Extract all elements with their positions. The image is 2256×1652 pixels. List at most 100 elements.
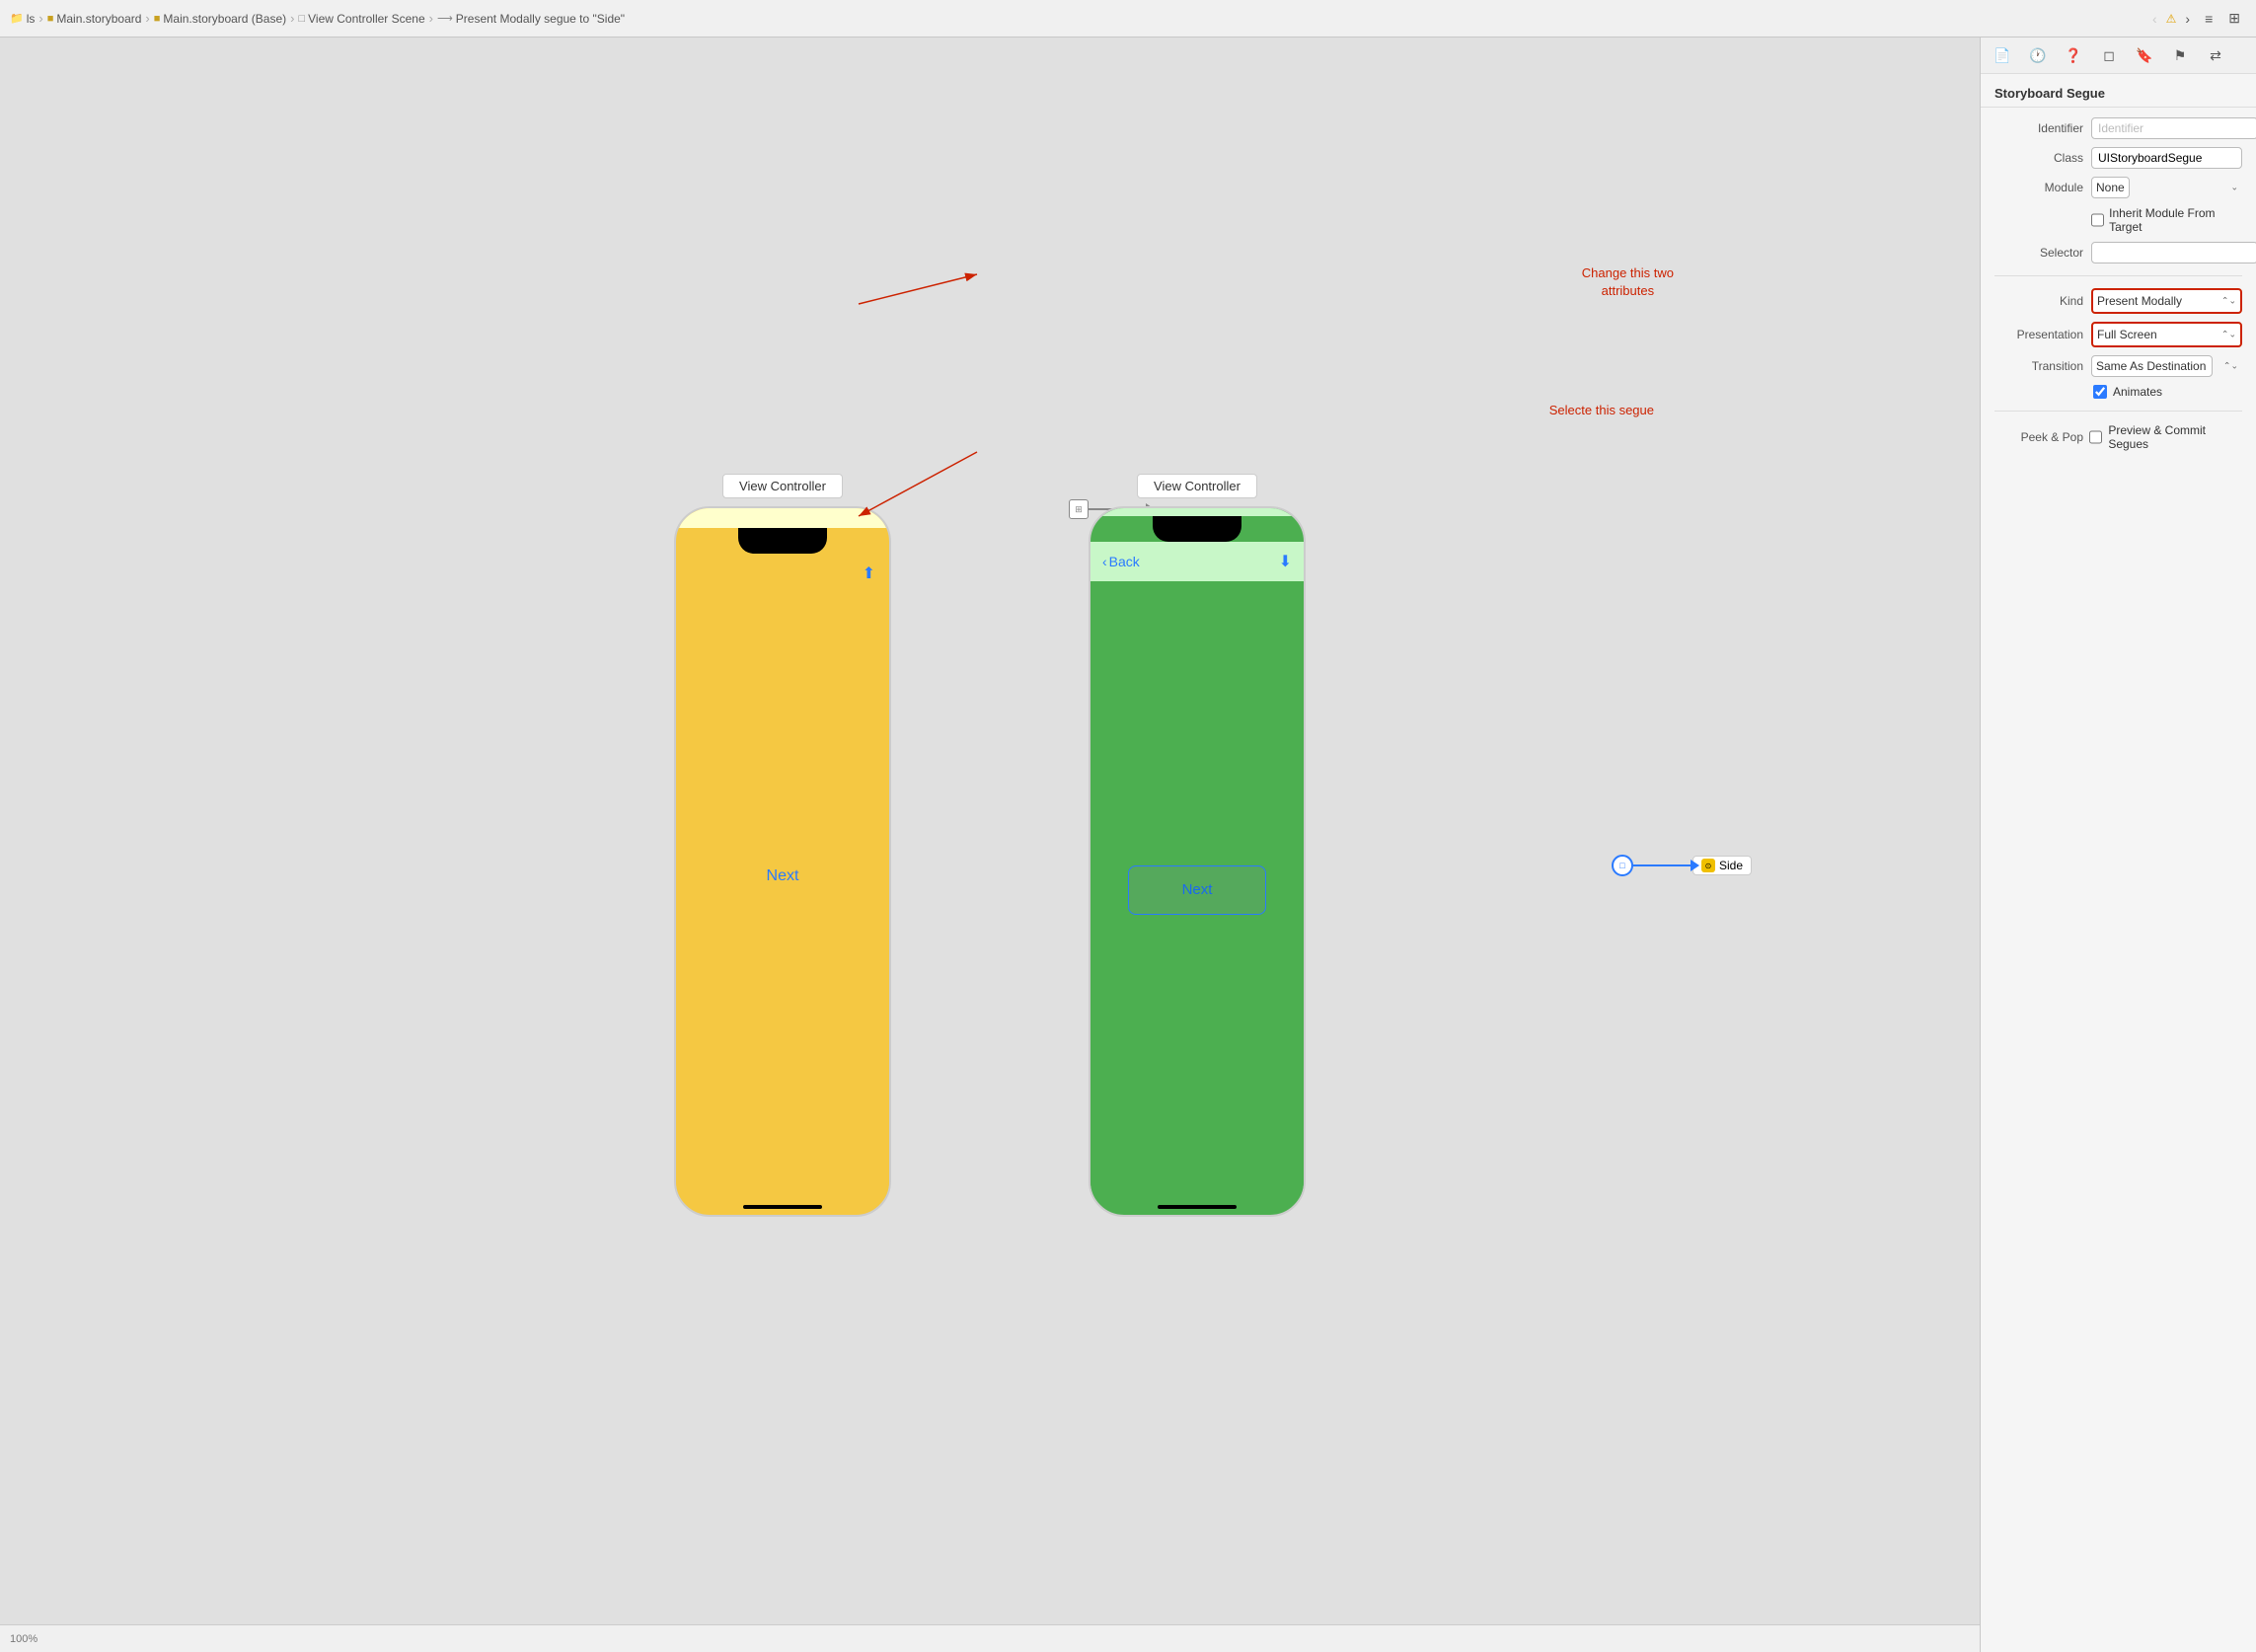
back-button[interactable]: ‹ Back xyxy=(1102,554,1140,569)
list-view-button[interactable]: ≡ xyxy=(2199,9,2218,29)
inspector-panel: 📄 🕐 ❓ ◻ 🔖 ⚑ ⇄ Storyboard Segue Identifie… xyxy=(1980,38,2256,1652)
inspector-icon-btn[interactable]: ◻ xyxy=(2097,43,2121,67)
kind-label: Kind xyxy=(1994,294,2083,308)
breadcrumb-sep-3: › xyxy=(429,11,433,26)
breadcrumb: 📁 ls › ■ Main.storyboard › ■ Main.storyb… xyxy=(10,11,625,26)
animates-checkbox[interactable] xyxy=(2093,385,2107,399)
peek-pop-checkbox[interactable] xyxy=(2089,430,2102,444)
inherit-module-row: Inherit Module From Target xyxy=(1994,206,2242,234)
breadcrumb-ls-label: ls xyxy=(27,12,36,26)
breadcrumb-sep-2: › xyxy=(290,11,294,26)
kind-select[interactable]: Present Modally Show Show Detail Present… xyxy=(2093,290,2240,312)
animates-label: Animates xyxy=(2113,385,2162,399)
breadcrumb-mainstoryboard-base[interactable]: ■ Main.storyboard (Base) xyxy=(154,12,286,26)
scene-1: View Controller ⬆ Next ⊞ xyxy=(674,474,891,1217)
divider-1 xyxy=(1994,275,2242,276)
yellow-next-label: Next xyxy=(767,867,799,885)
segue-circle-blue[interactable]: □ xyxy=(1612,855,1633,876)
back-label: Back xyxy=(1109,554,1140,569)
presentation-select[interactable]: Full Screen Automatic Page Sheet Form Sh… xyxy=(2093,324,2240,345)
segue-source-box: ⊞ xyxy=(1069,499,1089,519)
transition-row: Transition Same As Destination Cover Ver… xyxy=(1994,355,2242,377)
scene1-label: View Controller xyxy=(722,474,843,498)
canvas-bottom-bar: 100% xyxy=(0,1624,1980,1652)
arrows-icon-btn[interactable]: ⇄ xyxy=(2204,43,2227,67)
identifier-row: Identifier xyxy=(1994,117,2242,139)
kind-row: Kind Present Modally Show Show Detail Pr… xyxy=(1994,288,2242,314)
preview-commit-label: Preview & Commit Segues xyxy=(2108,423,2242,451)
main-area: View Controller ⬆ Next ⊞ xyxy=(0,38,2256,1652)
annotation-change-text: Change this two attributes xyxy=(1582,265,1674,298)
breadcrumb-vcscene[interactable]: □ View Controller Scene xyxy=(298,12,424,26)
segue-arrow-blue: □ ⊙ Side xyxy=(1612,855,1752,876)
phone-notch-2 xyxy=(1153,516,1241,542)
green-next-label: Next xyxy=(1182,881,1213,898)
selector-label: Selector xyxy=(1994,246,2083,260)
clock-icon-btn[interactable]: 🕐 xyxy=(2026,43,2050,67)
phone-home-indicator-2 xyxy=(1158,1205,1237,1209)
nav-forward-button[interactable]: › xyxy=(2180,9,2195,29)
transition-label: Transition xyxy=(1994,359,2083,373)
breadcrumb-mainstoryboard-label: Main.storyboard xyxy=(56,12,141,26)
warning-icon: ⚠ xyxy=(2166,12,2177,26)
class-label: Class xyxy=(1994,151,2083,165)
annotation-change-attributes: Change this two attributes xyxy=(1582,264,1674,300)
grid-view-button[interactable]: ⊞ xyxy=(2222,8,2246,29)
annotation-select-text: Selecte this segue xyxy=(1549,403,1654,417)
side-label: Side xyxy=(1719,859,1743,872)
file-icon-btn[interactable]: 📄 xyxy=(1991,43,2014,67)
phone-mockup-1[interactable]: ⬆ Next xyxy=(674,506,891,1217)
breadcrumb-sep-0: › xyxy=(38,11,42,26)
inherit-module-label: Inherit Module From Target xyxy=(2109,206,2242,234)
identifier-input[interactable] xyxy=(2091,117,2256,139)
breadcrumb-sep-1: › xyxy=(145,11,149,26)
side-icon: ⊙ xyxy=(1701,859,1715,872)
bookmark-icon-btn[interactable]: 🔖 xyxy=(2133,43,2156,67)
module-row: Module None ⌄ xyxy=(1994,177,2242,198)
module-select[interactable]: None xyxy=(2091,177,2130,198)
selector-input[interactable] xyxy=(2091,242,2256,263)
presentation-label: Presentation xyxy=(1994,328,2083,341)
inspector-icon-bar: 📄 🕐 ❓ ◻ 🔖 ⚑ ⇄ xyxy=(1981,38,2256,74)
identifier-label: Identifier xyxy=(1994,121,2083,135)
yellow-phone-body: ⬆ Next xyxy=(676,554,889,1199)
inspector-title: Storyboard Segue xyxy=(1981,74,2256,108)
phone-mockup-2[interactable]: ‹ Back ⬇ Next xyxy=(1089,506,1306,1217)
canvas-area[interactable]: View Controller ⬆ Next ⊞ xyxy=(0,38,1980,1652)
inspector-fields: Identifier Class ⚙ → Module None xyxy=(1981,108,2256,461)
animates-row: Animates xyxy=(1994,385,2242,399)
green-nav-bar: ‹ Back ⬇ xyxy=(1090,542,1304,581)
segue-line-blue xyxy=(1633,864,1692,866)
selector-row: Selector xyxy=(1994,242,2242,263)
canvas-scenes: View Controller ⬆ Next ⊞ xyxy=(635,434,1345,1256)
class-input-row: ⚙ → xyxy=(2091,147,2242,169)
peek-pop-row: Peek & Pop Preview & Commit Segues xyxy=(1994,423,2242,451)
scene-2: View Controller ‹ Back ⬇ Next xyxy=(1089,474,1306,1217)
phone-notch-1 xyxy=(738,528,827,554)
flag-icon-btn[interactable]: ⚑ xyxy=(2168,43,2192,67)
divider-2 xyxy=(1994,411,2242,412)
side-destination: ⊙ Side xyxy=(1692,856,1752,875)
nav-buttons: ‹ ⚠ › ≡ ⊞ xyxy=(2147,8,2246,29)
green-phone-body: Next xyxy=(1090,581,1304,1199)
inherit-module-checkbox[interactable] xyxy=(2091,213,2104,227)
annotation-select-segue: Selecte this segue xyxy=(1549,403,1654,417)
help-icon-btn[interactable]: ❓ xyxy=(2062,43,2085,67)
phone-home-indicator-1 xyxy=(743,1205,822,1209)
class-input[interactable] xyxy=(2092,151,2242,165)
breadcrumb-segue[interactable]: ⟶ Present Modally segue to "Side" xyxy=(437,12,625,26)
main-toolbar: 📁 ls › ■ Main.storyboard › ■ Main.storyb… xyxy=(0,0,2256,38)
canvas-zoom: 100% xyxy=(10,1633,38,1645)
breadcrumb-mainstoryboard-base-label: Main.storyboard (Base) xyxy=(163,12,286,26)
breadcrumb-vcscene-label: View Controller Scene xyxy=(308,12,425,26)
breadcrumb-mainstoryboard[interactable]: ■ Main.storyboard xyxy=(47,12,142,26)
class-row: Class ⚙ → xyxy=(1994,147,2242,169)
share-icon[interactable]: ⬆ xyxy=(863,563,875,583)
download-icon[interactable]: ⬇ xyxy=(1279,552,1292,571)
transition-select[interactable]: Same As Destination Cover Vertical Flip … xyxy=(2091,355,2213,377)
nav-back-button[interactable]: ‹ xyxy=(2147,9,2162,29)
breadcrumb-ls[interactable]: 📁 ls xyxy=(10,12,35,26)
module-label: Module xyxy=(1994,181,2083,194)
presentation-row: Presentation Full Screen Automatic Page … xyxy=(1994,322,2242,347)
green-next-button[interactable]: Next xyxy=(1128,865,1266,915)
